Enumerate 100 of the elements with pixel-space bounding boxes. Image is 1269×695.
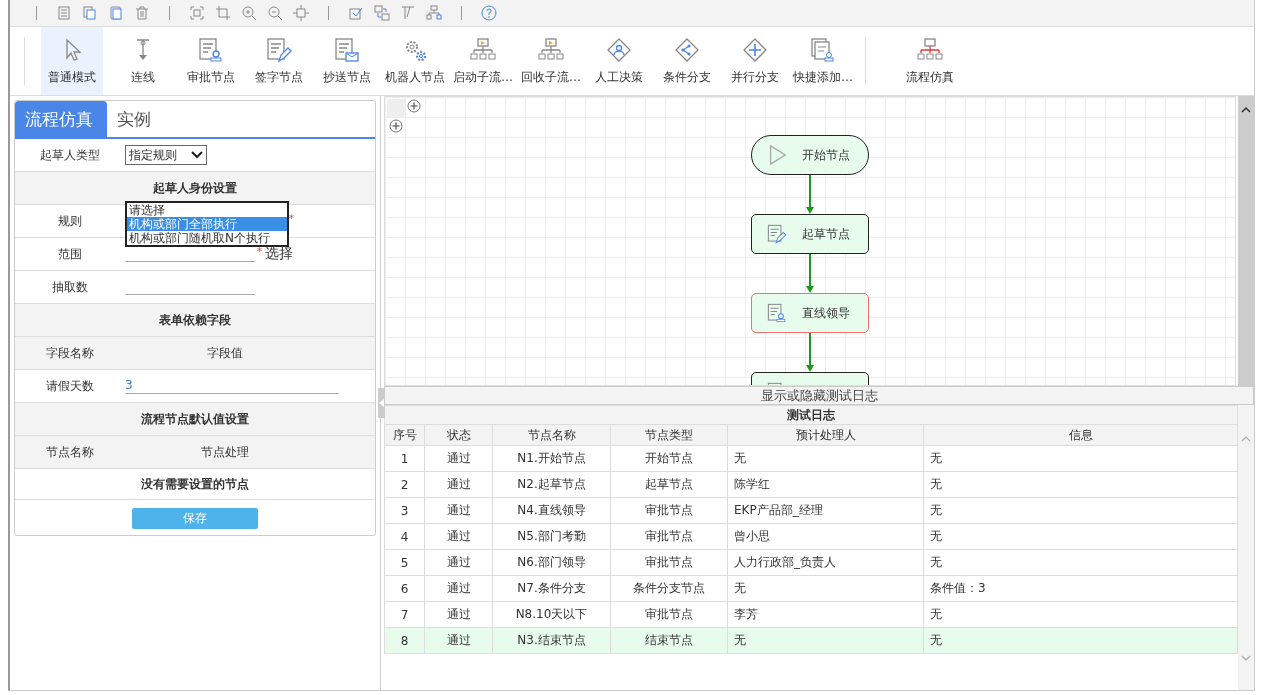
tool-button[interactable]: 签字节点	[245, 27, 313, 95]
table-row[interactable]: 3 通过 N4.直线领导 审批节点 EKP产品部_经理 无	[384, 497, 1238, 524]
layout-icon[interactable]	[374, 5, 390, 21]
table-cell: 陈学红	[727, 471, 924, 498]
chevron-down-icon[interactable]	[1241, 655, 1251, 662]
node-label: 直线领导	[802, 304, 850, 322]
section-title: 表单依赖字段	[159, 311, 231, 329]
table-cell: N6.部门领导	[492, 549, 611, 576]
collapse-handle[interactable]	[378, 388, 385, 418]
column-header: 节点名称	[45, 443, 95, 461]
table-cell: 4	[384, 523, 425, 550]
simulate-button[interactable]: 流程仿真	[890, 27, 970, 95]
value-field[interactable]: 3	[125, 378, 339, 394]
table-cell: 通过	[424, 523, 493, 550]
toggle-log-bar[interactable]: 显示或隐藏测试日志	[384, 386, 1254, 405]
field-label: 范围	[57, 245, 83, 263]
rule-dropdown-list[interactable]: 请选择 机构或部门全部执行 机构或部门随机取N个执行	[125, 201, 289, 247]
checkbox-icon[interactable]	[348, 5, 364, 21]
tool-button[interactable]: 机器人节点	[381, 27, 449, 95]
tool-button[interactable]: 快捷添加…	[789, 27, 857, 95]
flow-node[interactable]: 起草节点	[751, 214, 869, 254]
tool-button[interactable]: 连线	[109, 27, 177, 95]
table-cell: 无	[923, 523, 1238, 550]
table-cell: 6	[384, 575, 425, 602]
move-icon[interactable]	[293, 5, 309, 21]
drafter-type-select[interactable]: 指定规则	[125, 145, 207, 165]
field-label: 起草人类型	[39, 146, 101, 164]
dropdown-option[interactable]: 机构或部门随机取N个执行	[127, 231, 287, 245]
table-cell: 3	[384, 497, 425, 524]
zoom-out-icon[interactable]	[267, 5, 283, 21]
table-cell: 无	[923, 549, 1238, 576]
tab[interactable]: 实例	[107, 101, 165, 137]
table-cell: 审批节点	[610, 601, 728, 628]
connector-arrow	[806, 175, 814, 214]
table-cell: 无	[727, 445, 924, 472]
table-row[interactable]: 2 通过 N2.起草节点 起草节点 陈学红 无	[384, 471, 1238, 498]
tool-button[interactable]: 人工决策	[585, 27, 653, 95]
document-icon[interactable]	[56, 5, 72, 21]
select-link[interactable]: 选择	[265, 245, 293, 263]
table-cell: 无	[923, 601, 1238, 628]
table-cell: 审批节点	[610, 497, 728, 524]
field-label: 请假天数	[45, 377, 95, 395]
table-cell: 通过	[424, 549, 493, 576]
column-header: 信息	[923, 424, 1238, 446]
table-row[interactable]: 8 通过 N3.结束节点 结束节点 无 无	[384, 627, 1238, 654]
table-cell: N4.直线领导	[492, 497, 611, 524]
tool-button[interactable]: 抄送节点	[313, 27, 381, 95]
zoom-in-icon[interactable]	[241, 5, 257, 21]
tool-button[interactable]: 普通模式	[41, 27, 103, 95]
table-cell: 通过	[424, 445, 493, 472]
scrollbar[interactable]	[1238, 96, 1254, 386]
align-icon[interactable]	[400, 5, 416, 21]
org-chart-icon	[916, 36, 944, 63]
column-header: 字段值	[206, 344, 244, 362]
caret-icon	[191, 151, 203, 159]
table-cell: 1	[384, 445, 425, 472]
copy-icon[interactable]	[82, 5, 98, 21]
table-cell: 无	[727, 575, 924, 602]
form-stamp-icon	[766, 302, 788, 324]
required-mark: *	[289, 213, 294, 224]
node-label: 起草节点	[802, 225, 850, 243]
table-cell: 李芳	[727, 601, 924, 628]
form-mail-icon	[333, 36, 361, 63]
table-row[interactable]: 1 通过 N1.开始节点 开始节点 无 无	[384, 445, 1238, 472]
tool-button[interactable]: 审批节点	[177, 27, 245, 95]
tool-button[interactable]: 条件分支	[653, 27, 721, 95]
add-icon[interactable]	[407, 99, 421, 113]
tab[interactable]: 流程仿真	[15, 101, 107, 137]
table-cell: 无	[923, 445, 1238, 472]
dropdown-option[interactable]: 请选择	[127, 203, 287, 217]
table-cell: 通过	[424, 627, 493, 654]
tool-button[interactable]: 回收子流…	[517, 27, 585, 95]
table-row[interactable]: 6 通过 N7.条件分支 条件分支节点 无 条件值：3	[384, 575, 1238, 602]
table-row[interactable]: 7 通过 N8.10天以下 审批节点 李芳 无	[384, 601, 1238, 628]
fit-icon[interactable]	[189, 5, 205, 21]
flow-node[interactable]: 直线领导	[751, 293, 869, 333]
table-cell: 5	[384, 549, 425, 576]
table-row[interactable]: 5 通过 N6.部门领导 审批节点 人力行政部_负责人 无	[384, 549, 1238, 576]
add-icon[interactable]	[389, 119, 403, 133]
delete-icon[interactable]	[134, 5, 150, 21]
table-row[interactable]: 4 通过 N5.部门考勤 审批节点 曾小思 无	[384, 523, 1238, 550]
table-cell: 人力行政部_负责人	[727, 549, 924, 576]
tool-button[interactable]: 启动子流…	[449, 27, 517, 95]
chevron-up-icon[interactable]	[1241, 106, 1251, 113]
collapse-icon[interactable]	[379, 399, 384, 407]
diamond-branch-icon	[673, 36, 701, 63]
flow-node[interactable]: 开始节点	[751, 135, 869, 175]
table-cell: N7.条件分支	[492, 575, 611, 602]
scrollbar[interactable]	[1238, 405, 1254, 690]
column-header: 节点处理	[200, 443, 250, 461]
form-stamp-icon	[197, 36, 225, 63]
table-cell: 无	[923, 627, 1238, 654]
table-cell: 通过	[424, 497, 493, 524]
tree-icon[interactable]	[426, 5, 442, 21]
crop-icon[interactable]	[215, 5, 231, 21]
paste-icon[interactable]	[108, 5, 124, 21]
tool-button[interactable]: 并行分支	[721, 27, 789, 95]
connector-arrow	[806, 254, 814, 293]
help-icon[interactable]	[481, 5, 497, 21]
table-cell: 无	[727, 627, 924, 654]
